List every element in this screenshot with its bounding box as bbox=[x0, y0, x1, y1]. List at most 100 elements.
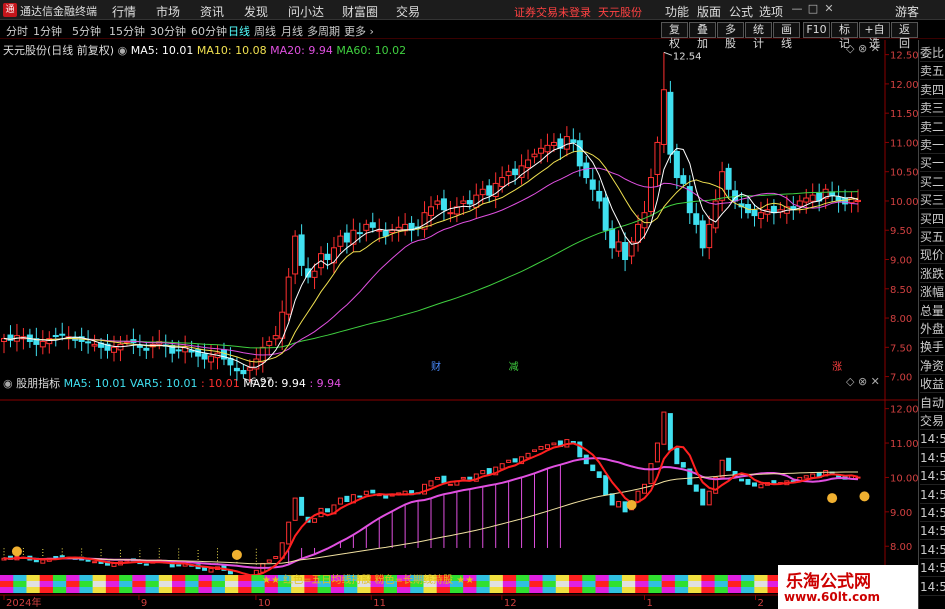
candle-body bbox=[479, 188, 486, 196]
ind-candle bbox=[428, 480, 434, 487]
sidebar-item[interactable]: 卖三 bbox=[920, 99, 945, 118]
signal-cell bbox=[105, 575, 120, 581]
signal-cell bbox=[410, 587, 424, 593]
ind-y-tick-label: 10.00 bbox=[890, 473, 918, 484]
signal-cell bbox=[344, 587, 358, 593]
signal-cell bbox=[185, 587, 199, 593]
ind-candle bbox=[603, 475, 609, 496]
signal-cell bbox=[727, 581, 742, 587]
ind-y-tick-label: 11.00 bbox=[890, 439, 918, 450]
sidebar-item[interactable]: 自动 bbox=[920, 394, 945, 412]
candle-body bbox=[550, 141, 557, 146]
buy-signal-icon bbox=[859, 491, 870, 502]
candle-body bbox=[466, 200, 473, 205]
ind-candle bbox=[622, 501, 628, 513]
sidebar-item[interactable]: 14:56 bbox=[920, 559, 945, 578]
sidebar-item[interactable]: 14:56 bbox=[920, 486, 945, 504]
candle-body bbox=[175, 349, 182, 352]
signal-cell bbox=[26, 575, 41, 581]
ind-candle bbox=[92, 561, 98, 564]
signal-cell bbox=[13, 587, 27, 593]
y-tick-label: 12.00 bbox=[890, 80, 918, 91]
sidebar-item[interactable]: 卖四 bbox=[920, 81, 945, 99]
ind-candle bbox=[85, 559, 91, 562]
sidebar-item[interactable]: 买五 bbox=[920, 228, 945, 246]
ind-candle bbox=[460, 476, 466, 480]
signal-cell bbox=[476, 581, 491, 587]
sidebar-item[interactable]: 收益 bbox=[920, 375, 945, 394]
ind-candle bbox=[312, 518, 318, 523]
candle-body bbox=[725, 167, 732, 190]
signal-cell bbox=[277, 587, 292, 593]
signal-cell bbox=[238, 575, 252, 581]
candle-body bbox=[525, 159, 532, 169]
app-window: { "app":{"title":"通达信金融终端","logo":"通","w… bbox=[0, 0, 945, 609]
candle-body bbox=[324, 253, 331, 261]
chart-canvas[interactable]: 7.00 7.50 8.00 8.50 9.00 9.50 10.00 10.50 11.00 1… bbox=[0, 0, 918, 609]
signal-cell bbox=[714, 575, 729, 581]
signal-cell bbox=[516, 575, 530, 581]
sidebar-item[interactable]: 卖二 bbox=[920, 118, 945, 136]
sidebar-item[interactable]: 卖五 bbox=[920, 62, 945, 81]
candle-body bbox=[654, 141, 661, 175]
sidebar-item[interactable]: 换手 bbox=[920, 338, 945, 357]
signal-cell bbox=[238, 581, 252, 587]
sidebar-item[interactable]: 买四 bbox=[920, 210, 945, 228]
y-tick-label: 11.00 bbox=[890, 138, 918, 149]
sidebar-item[interactable]: 卖一 bbox=[920, 136, 945, 154]
sidebar-item[interactable]: 外盘 bbox=[920, 320, 945, 338]
sidebar-item[interactable]: 买三 bbox=[920, 191, 945, 210]
ind-candle bbox=[273, 556, 279, 559]
signal-cell bbox=[621, 581, 636, 587]
signal-cell bbox=[529, 575, 544, 581]
signal-cell bbox=[555, 581, 570, 587]
ind-candle bbox=[208, 568, 214, 573]
signal-cell bbox=[79, 581, 94, 587]
sidebar-item[interactable]: 14:56 bbox=[920, 541, 945, 559]
sidebar-item[interactable]: 涨跌 bbox=[920, 265, 945, 283]
sidebar-item[interactable]: 交易 bbox=[920, 412, 945, 430]
signal-cell bbox=[688, 587, 702, 593]
ind-candle bbox=[447, 483, 453, 486]
signal-cell bbox=[674, 581, 689, 587]
signal-cell bbox=[582, 581, 596, 587]
signal-cell bbox=[688, 581, 702, 587]
sidebar-item[interactable]: 净资 bbox=[920, 357, 945, 375]
sidebar-item[interactable]: 买二 bbox=[920, 173, 945, 191]
ma20-line bbox=[3, 167, 859, 356]
ind-candle bbox=[176, 564, 182, 567]
signal-cell bbox=[0, 581, 14, 587]
signal-cell bbox=[449, 587, 464, 593]
candle-body bbox=[719, 171, 726, 201]
ind-candle bbox=[596, 471, 602, 478]
signal-cell bbox=[595, 581, 610, 587]
sidebar-item[interactable]: 委比 bbox=[920, 44, 945, 62]
candle-body bbox=[544, 144, 551, 153]
candle-body bbox=[292, 235, 299, 275]
sidebar-item[interactable]: 总量 bbox=[920, 302, 945, 320]
candle-body bbox=[447, 212, 454, 215]
sidebar-item[interactable]: 14:56 bbox=[920, 467, 945, 486]
signal-cell bbox=[529, 587, 544, 593]
sidebar-item[interactable]: 现价 bbox=[920, 246, 945, 265]
signal-cell bbox=[13, 575, 27, 581]
x-tick-label: 2024年 bbox=[6, 596, 41, 609]
sidebar-item[interactable]: 14:56 bbox=[920, 504, 945, 522]
ind-candle bbox=[499, 463, 505, 470]
candle-body bbox=[337, 235, 344, 247]
ind-candle bbox=[674, 447, 680, 465]
sidebar-item[interactable]: 14:56 bbox=[920, 430, 945, 449]
buy-signal-icon bbox=[827, 493, 838, 504]
candle-body bbox=[376, 229, 383, 232]
ind-candle bbox=[538, 445, 544, 450]
sidebar-item[interactable]: 14:56 bbox=[920, 578, 945, 596]
sidebar-item[interactable]: 14:56 bbox=[920, 522, 945, 541]
candle-body bbox=[803, 197, 810, 203]
signal-cell bbox=[502, 575, 517, 581]
sidebar-item[interactable]: 买一 bbox=[920, 154, 945, 173]
signal-cell bbox=[304, 587, 319, 593]
ind-candle bbox=[532, 449, 538, 452]
signal-cell bbox=[661, 587, 676, 593]
sidebar-item[interactable]: 涨幅 bbox=[920, 283, 945, 302]
sidebar-item[interactable]: 14:56 bbox=[920, 449, 945, 467]
